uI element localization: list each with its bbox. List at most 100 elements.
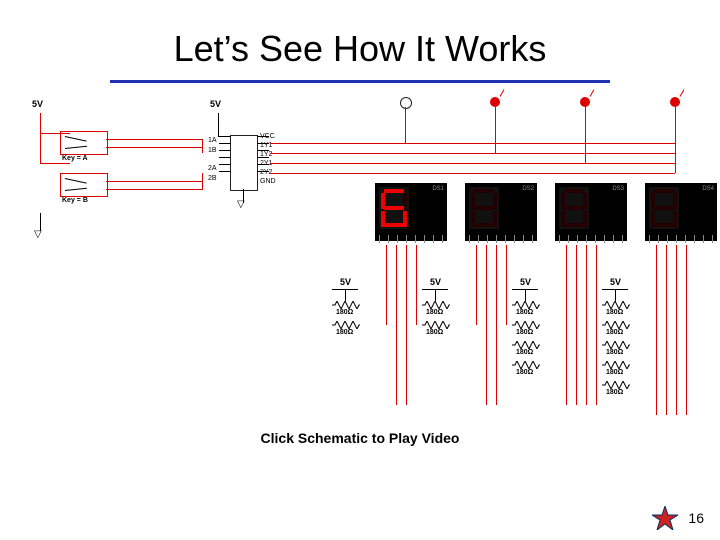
switch-b-label: Key = B: [62, 197, 88, 205]
ray: [500, 89, 505, 96]
title-underline: [110, 80, 610, 83]
pltw-logo-icon: [652, 506, 678, 530]
bus-wire: [270, 173, 675, 174]
seven-seg-3: DS3: [555, 183, 627, 241]
wire: [566, 245, 567, 405]
resistor-icon: [512, 301, 540, 309]
wire: [686, 245, 687, 415]
resistor-icon: [332, 301, 360, 309]
wire: [406, 245, 407, 405]
wire: [506, 245, 507, 325]
resistor-value: 180Ω: [516, 349, 533, 356]
wire: [416, 245, 417, 325]
resistor-value: 180Ω: [516, 329, 533, 336]
ic-pin-label: GND: [260, 178, 276, 186]
bank1-supply: 5V: [340, 277, 351, 287]
wire: [202, 173, 203, 190]
wire: [405, 107, 406, 143]
switch-a-label: Key = A: [62, 155, 88, 163]
wire: [40, 113, 41, 163]
wire: [676, 245, 677, 415]
bank3-supply: 5V: [520, 277, 531, 287]
switch-arm: [65, 178, 87, 184]
wire: [106, 189, 202, 190]
page-number: 16: [688, 510, 704, 526]
wire: [496, 245, 497, 405]
ic-7400: [230, 135, 258, 191]
wire: [656, 245, 657, 415]
resistor-value: 180Ω: [606, 329, 623, 336]
switch-b: [60, 173, 108, 197]
schematic-video-trigger[interactable]: 5V Key = A Key = B ▽ 5V: [30, 95, 690, 420]
bus-wire: [270, 143, 675, 144]
wire: [525, 289, 526, 301]
wire: [345, 289, 346, 301]
seven-seg-1: DS1: [375, 183, 447, 241]
resistor-value: 180Ω: [336, 309, 353, 316]
resistor-icon: [602, 381, 630, 389]
wire: [435, 289, 436, 301]
switch-arm: [65, 136, 87, 142]
wire: [486, 245, 487, 405]
ic-pin-label: 2Y1: [260, 160, 272, 168]
resistor-value: 180Ω: [516, 369, 533, 376]
ic-pin-label: 1B: [208, 147, 217, 155]
resistor-value: 180Ω: [606, 369, 623, 376]
wire: [396, 245, 397, 405]
display-label: DS1: [432, 186, 444, 192]
display-label: DS4: [702, 186, 714, 192]
wire: [666, 245, 667, 415]
resistor-icon: [512, 321, 540, 329]
display-label: DS2: [522, 186, 534, 192]
supply-label-ic: 5V: [210, 99, 221, 109]
resistor-icon: [602, 321, 630, 329]
wire: [106, 181, 202, 182]
ground-icon: ▽: [34, 229, 42, 240]
resistor-value: 180Ω: [516, 309, 533, 316]
switch-a: [60, 131, 108, 155]
resistor-value: 180Ω: [426, 309, 443, 316]
wire: [386, 245, 387, 325]
resistor-value: 180Ω: [336, 329, 353, 336]
seg-d: [384, 223, 404, 227]
wire: [585, 107, 586, 163]
bank4-supply: 5V: [610, 277, 621, 287]
wire: [495, 107, 496, 153]
seg-a: [384, 189, 404, 193]
seg-e: [381, 211, 385, 227]
bus-wire: [270, 163, 675, 164]
supply-label-left: 5V: [32, 99, 43, 109]
slide-title: Let’s See How It Works: [0, 28, 720, 70]
seven-seg-2: DS2: [465, 183, 537, 241]
resistor-icon: [422, 321, 450, 329]
resistor-icon: [512, 341, 540, 349]
resistor-icon: [422, 301, 450, 309]
wire: [615, 289, 616, 301]
ray: [680, 89, 685, 96]
ray: [590, 89, 595, 96]
resistor-icon: [602, 341, 630, 349]
ic-pins-left: [219, 136, 231, 178]
ic-pin-label: 1A: [208, 137, 217, 145]
resistor-value: 180Ω: [426, 329, 443, 336]
wire: [675, 107, 676, 173]
ground-icon: ▽: [237, 199, 245, 210]
seven-seg-4: DS4: [645, 183, 717, 241]
resistor-value: 180Ω: [606, 389, 623, 396]
led-1-icon: [400, 97, 412, 109]
wire: [576, 245, 577, 405]
resistor-value: 180Ω: [606, 309, 623, 316]
ic-pin-label: 2A: [208, 165, 217, 173]
seg-g: [384, 206, 404, 210]
resistor-icon: [602, 301, 630, 309]
bus-wire: [270, 153, 675, 154]
resistor-icon: [602, 361, 630, 369]
wire: [218, 113, 219, 137]
resistor-value: 180Ω: [606, 349, 623, 356]
wire: [106, 147, 202, 148]
resistor-icon: [332, 321, 360, 329]
wire: [40, 163, 70, 164]
wire: [106, 139, 202, 140]
wire: [202, 139, 203, 153]
switch-arm: [65, 146, 87, 149]
